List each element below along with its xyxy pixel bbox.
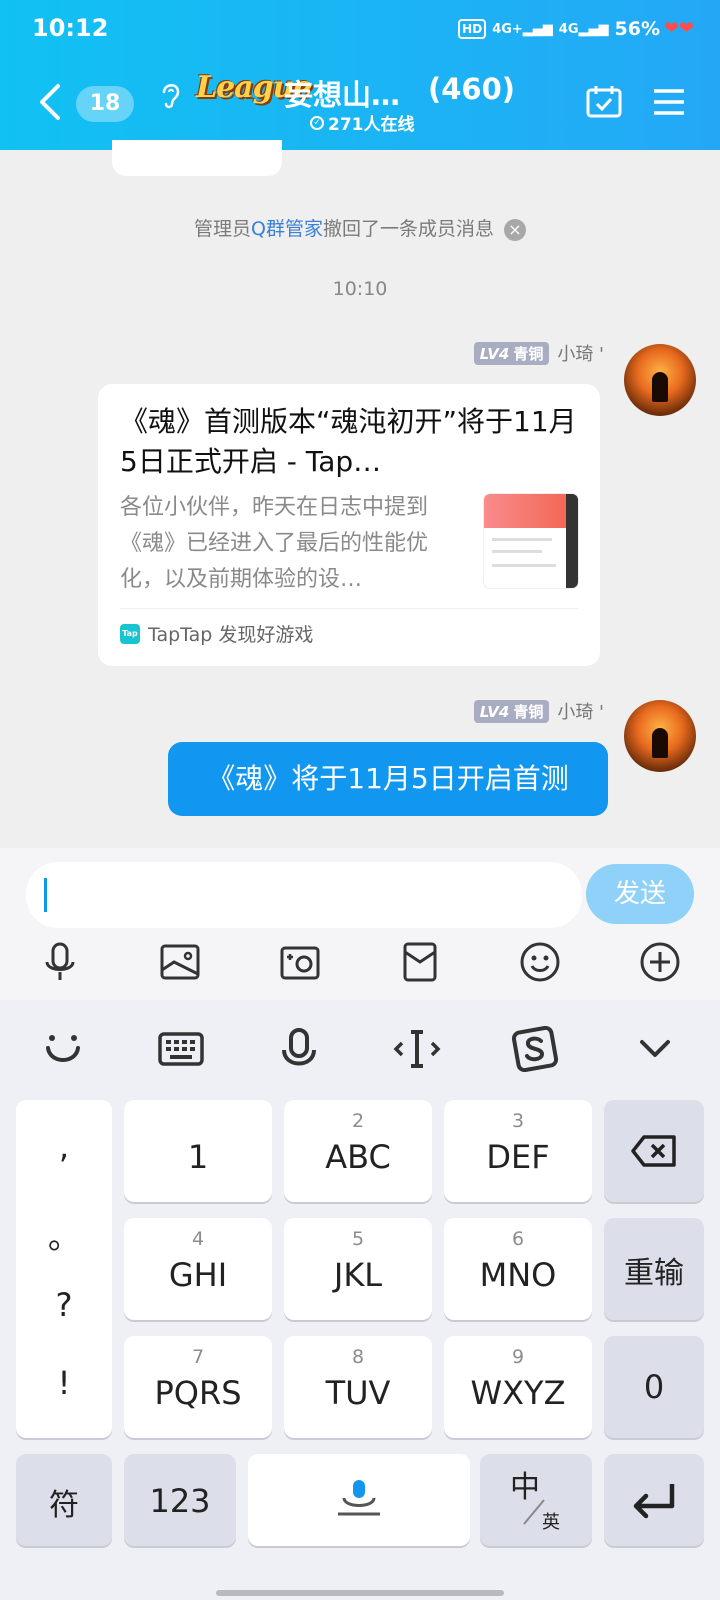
- back-icon[interactable]: [36, 82, 64, 122]
- sender-info: LV4 青铜 小琦 ': [473, 698, 604, 724]
- cursor-icon[interactable]: [392, 1026, 442, 1072]
- space-mic-icon: [338, 1480, 380, 1516]
- period-key[interactable]: 。: [16, 1212, 112, 1258]
- punctuation-column[interactable]: , 。 ? !: [16, 1100, 112, 1438]
- keyboard-icon[interactable]: [156, 1026, 206, 1072]
- microphone-icon[interactable]: [38, 940, 82, 984]
- sender-name[interactable]: 小琦 ': [557, 698, 604, 724]
- key-def[interactable]: 3 DEF: [444, 1100, 592, 1202]
- key-pqrs[interactable]: 7 PQRS: [124, 1336, 272, 1438]
- signal-icon-2: 4G▂▄▆: [558, 21, 609, 37]
- smile-icon[interactable]: [38, 1026, 88, 1072]
- language-switch-key[interactable]: 中 英: [480, 1454, 592, 1546]
- emoji-icon[interactable]: [518, 940, 562, 984]
- symbols-key[interactable]: 符: [16, 1454, 112, 1546]
- online-status[interactable]: ✓ 271人在线: [310, 110, 415, 135]
- backspace-icon: [631, 1135, 676, 1167]
- message-input[interactable]: [26, 862, 582, 928]
- key-ghi[interactable]: 4 GHI: [124, 1218, 272, 1320]
- system-message: 管理员Q群管家撤回了一条成员消息 ×: [0, 214, 720, 241]
- hd-icon: HD: [458, 19, 487, 39]
- home-indicator[interactable]: [216, 1590, 504, 1596]
- card-divider: [120, 608, 578, 609]
- enter-key[interactable]: [604, 1454, 704, 1546]
- enter-icon: [633, 1484, 675, 1519]
- unread-badge[interactable]: 18: [76, 86, 134, 122]
- input-area: 发送: [0, 848, 720, 1000]
- avatar[interactable]: [624, 344, 696, 416]
- message-bubble[interactable]: 《魂》将于11月5日开启首测: [168, 742, 608, 816]
- collapse-icon[interactable]: [630, 1026, 680, 1072]
- chat-header: 10:12 HD 4G+▂▄▆ 4G▂▄▆ 56% ❤❤ 18 League 妄…: [0, 0, 720, 150]
- group-name[interactable]: 妄想山…: [284, 72, 400, 114]
- key-abc[interactable]: 2 ABC: [284, 1100, 432, 1202]
- heart-battery-icon: ❤❤: [663, 18, 694, 39]
- exclamation-key[interactable]: !: [16, 1364, 112, 1402]
- card-title: 《魂》首测版本“魂沌初开”将于11月5日正式开启 - Tap…: [120, 405, 577, 478]
- card-thumbnail: [484, 494, 578, 588]
- keyboard: , 。 ? ! 1 2 ABC 3 DEF 4 GHI 5 JKL 6 MNO 重输 7P…: [0, 1000, 720, 1600]
- question-key[interactable]: ?: [16, 1286, 112, 1324]
- ear-mode-icon[interactable]: [158, 80, 184, 110]
- key-jkl[interactable]: 5 JKL: [284, 1218, 432, 1320]
- numbers-key[interactable]: 123: [124, 1454, 236, 1546]
- send-button[interactable]: 发送: [586, 864, 694, 924]
- key-mno[interactable]: 6 MNO: [444, 1218, 592, 1320]
- plus-icon[interactable]: [638, 940, 682, 984]
- battery-text: 56%: [614, 18, 660, 40]
- comma-key[interactable]: ,: [16, 1128, 112, 1166]
- image-icon[interactable]: [158, 940, 202, 984]
- backspace-key[interactable]: [604, 1100, 704, 1202]
- admin-link[interactable]: Q群管家: [251, 218, 323, 240]
- taptap-icon: Tap: [120, 623, 140, 644]
- card-source: Tap TapTap 发现好游戏: [120, 620, 313, 647]
- member-count[interactable]: (460): [428, 72, 515, 106]
- status-indicators: HD 4G+▂▄▆ 4G▂▄▆ 56%: [458, 18, 660, 40]
- text-caret: [44, 878, 47, 912]
- sender-info: LV4 青铜 小琦 ': [473, 340, 604, 366]
- message-timestamp: 10:10: [332, 278, 388, 300]
- voice-icon[interactable]: [274, 1026, 324, 1072]
- camera-icon[interactable]: [278, 940, 322, 984]
- space-key[interactable]: [248, 1454, 470, 1546]
- sender-name[interactable]: 小琦 ': [557, 340, 604, 366]
- key-wxyz[interactable]: 9 WXYZ: [444, 1336, 592, 1438]
- link-card[interactable]: 《魂》首测版本“魂沌初开”将于11月5日正式开启 - Tap… 各位小伙伴，昨天…: [98, 384, 600, 666]
- calendar-check-icon[interactable]: [586, 84, 622, 118]
- key-tuv[interactable]: 8 TUV: [284, 1336, 432, 1438]
- red-packet-icon[interactable]: [398, 940, 442, 984]
- zero-key[interactable]: 0: [604, 1336, 704, 1438]
- avatar[interactable]: [624, 700, 696, 772]
- level-badge: LV4 青铜: [473, 699, 550, 723]
- signal-icon-1: 4G+▂▄▆: [492, 21, 553, 37]
- card-description: 各位小伙伴，昨天在日志中提到《魂》已经进入了最后的性能优化，以及前期体验的设…: [120, 495, 429, 592]
- online-check-icon: ✓: [310, 115, 324, 130]
- close-icon[interactable]: ×: [504, 218, 526, 241]
- sogou-icon[interactable]: [510, 1026, 560, 1072]
- reenter-key[interactable]: 重输: [604, 1218, 704, 1320]
- level-badge: LV4 青铜: [473, 341, 550, 365]
- key-1[interactable]: 1: [124, 1100, 272, 1202]
- previous-message-bubble[interactable]: [112, 140, 282, 176]
- status-time: 10:12: [32, 14, 109, 42]
- menu-icon[interactable]: [652, 88, 686, 116]
